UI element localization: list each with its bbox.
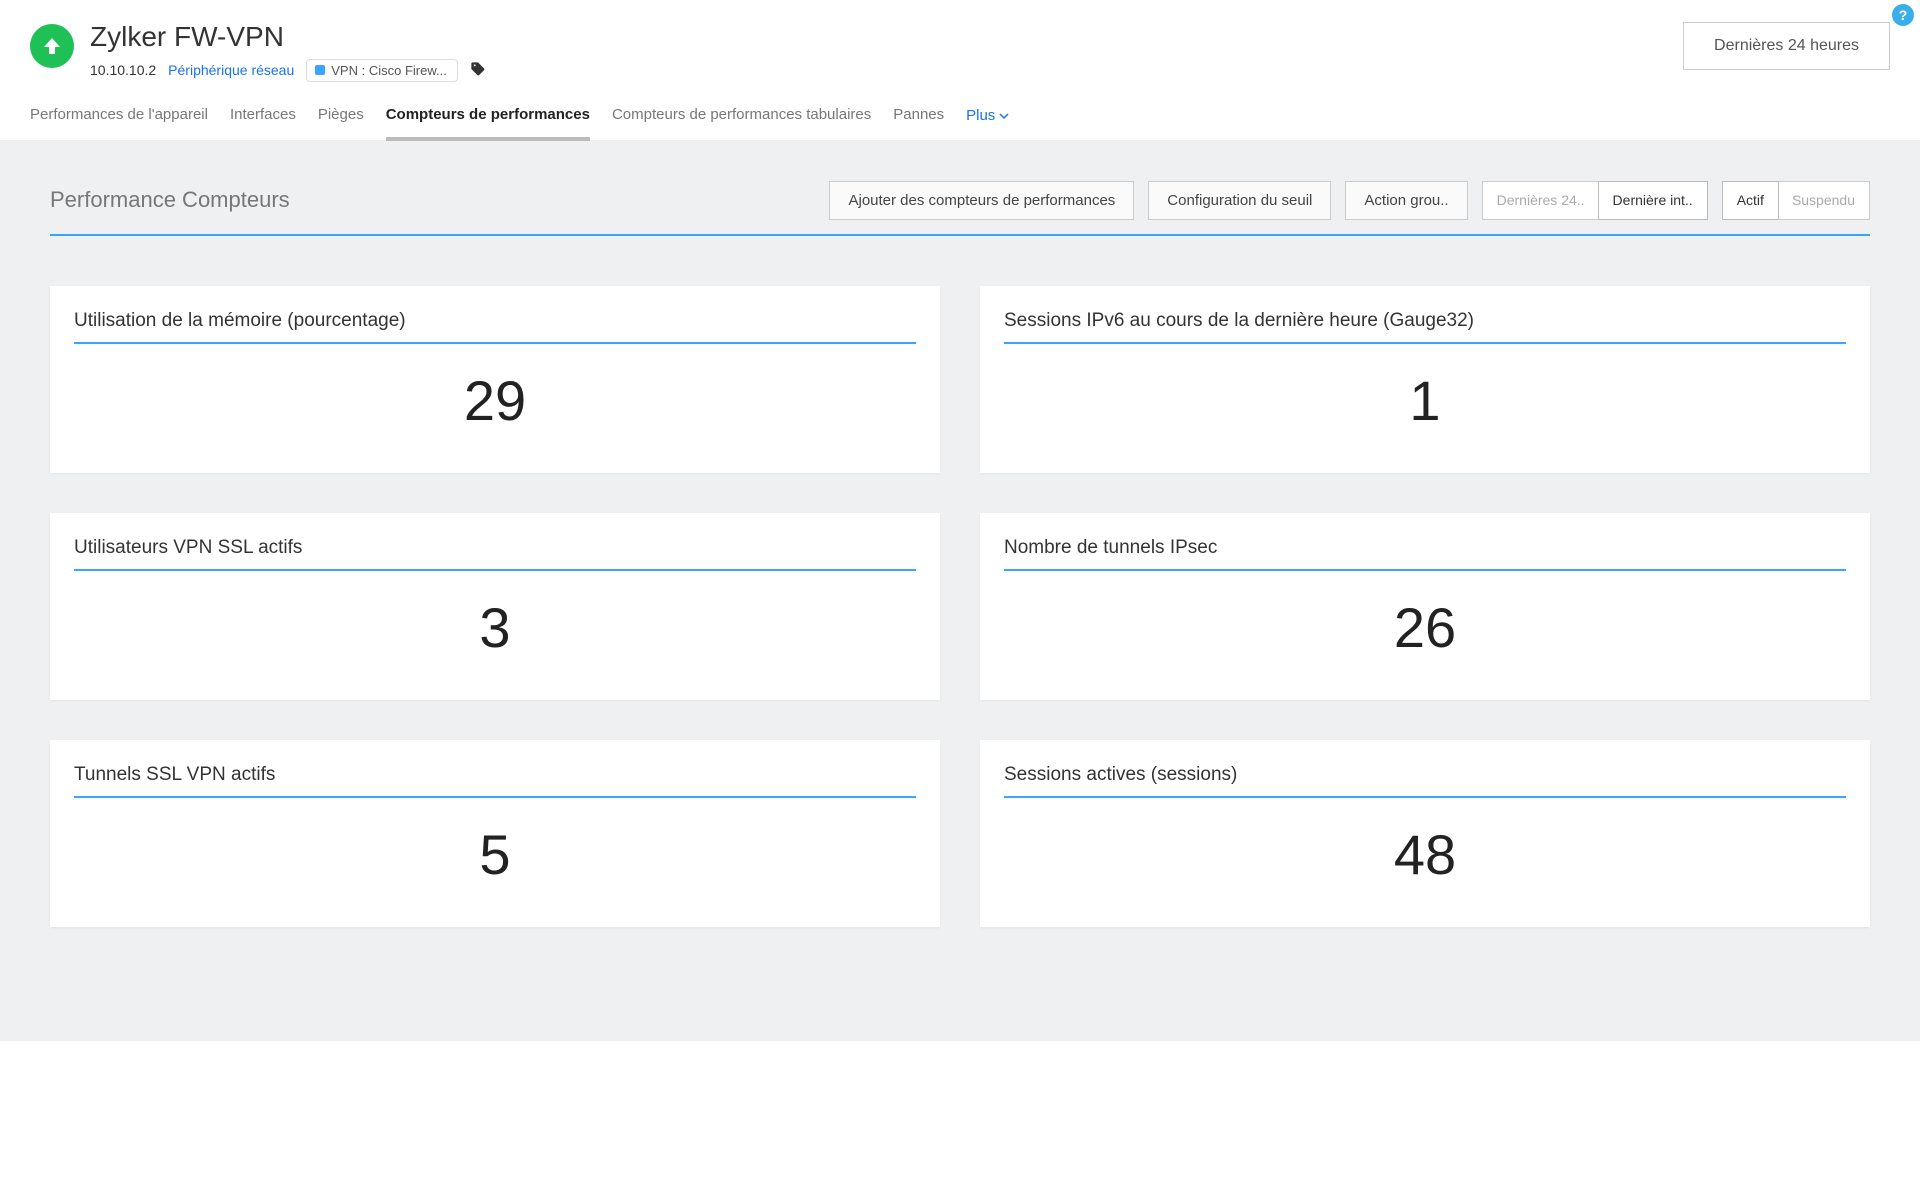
state-active[interactable]: Actif: [1722, 181, 1779, 220]
counter-card: Sessions actives (sessions) 48: [980, 740, 1870, 927]
tab-more-label: Plus: [966, 107, 995, 124]
counter-value: 26: [1004, 595, 1846, 660]
counter-card: Nombre de tunnels IPsec 26: [980, 513, 1870, 700]
counter-value: 29: [74, 368, 916, 433]
chevron-down-icon: [999, 111, 1009, 121]
counter-title: Nombre de tunnels IPsec: [1004, 537, 1846, 571]
tab-device-perf[interactable]: Performances de l'appareil: [30, 106, 208, 140]
status-up-icon: [30, 24, 74, 68]
page-title: Zylker FW-VPN: [90, 22, 486, 53]
add-counters-button[interactable]: Ajouter des compteurs de performances: [829, 181, 1134, 220]
tab-bar: Performances de l'appareil Interfaces Pi…: [0, 106, 1920, 141]
counter-card: Tunnels SSL VPN actifs 5: [50, 740, 940, 927]
counter-title: Sessions actives (sessions): [1004, 764, 1846, 798]
counter-title: Utilisation de la mémoire (pourcentage): [74, 310, 916, 344]
counter-value: 1: [1004, 368, 1846, 433]
counter-value: 3: [74, 595, 916, 660]
counter-title: Tunnels SSL VPN actifs: [74, 764, 916, 798]
range-last-interval[interactable]: Dernière int..: [1598, 181, 1708, 220]
tab-tabular-counters[interactable]: Compteurs de performances tabulaires: [612, 106, 871, 140]
tag-icon[interactable]: [470, 61, 486, 80]
threshold-config-button[interactable]: Configuration du seuil: [1148, 181, 1331, 220]
help-icon[interactable]: ?: [1892, 4, 1914, 26]
tab-perf-counters[interactable]: Compteurs de performances: [386, 106, 590, 141]
section-title: Performance Compteurs: [50, 187, 290, 213]
chip-label: VPN : Cisco Firew...: [331, 63, 447, 78]
counter-title: Sessions IPv6 au cours de la dernière he…: [1004, 310, 1846, 344]
range-segment: Dernières 24.. Dernière int..: [1482, 181, 1708, 220]
counter-card: Sessions IPv6 au cours de la dernière he…: [980, 286, 1870, 473]
state-segment: Actif Suspendu: [1722, 181, 1870, 220]
time-range-button[interactable]: Dernières 24 heures: [1683, 22, 1890, 70]
state-suspended[interactable]: Suspendu: [1778, 182, 1869, 219]
tab-traps[interactable]: Pièges: [318, 106, 364, 140]
counter-value: 48: [1004, 822, 1846, 887]
device-ip: 10.10.10.2: [90, 62, 156, 78]
counter-value: 5: [74, 822, 916, 887]
counter-card: Utilisateurs VPN SSL actifs 3: [50, 513, 940, 700]
counter-title: Utilisateurs VPN SSL actifs: [74, 537, 916, 571]
bulk-action-button[interactable]: Action grou..: [1345, 181, 1467, 220]
tab-more[interactable]: Plus: [966, 106, 1009, 140]
tab-interfaces[interactable]: Interfaces: [230, 106, 296, 140]
device-chip[interactable]: VPN : Cisco Firew...: [306, 59, 458, 82]
counter-card: Utilisation de la mémoire (pourcentage) …: [50, 286, 940, 473]
chip-color-icon: [315, 65, 325, 75]
device-type-link[interactable]: Périphérique réseau: [168, 62, 294, 78]
tab-outages[interactable]: Pannes: [893, 106, 944, 140]
range-24h[interactable]: Dernières 24..: [1483, 182, 1599, 219]
